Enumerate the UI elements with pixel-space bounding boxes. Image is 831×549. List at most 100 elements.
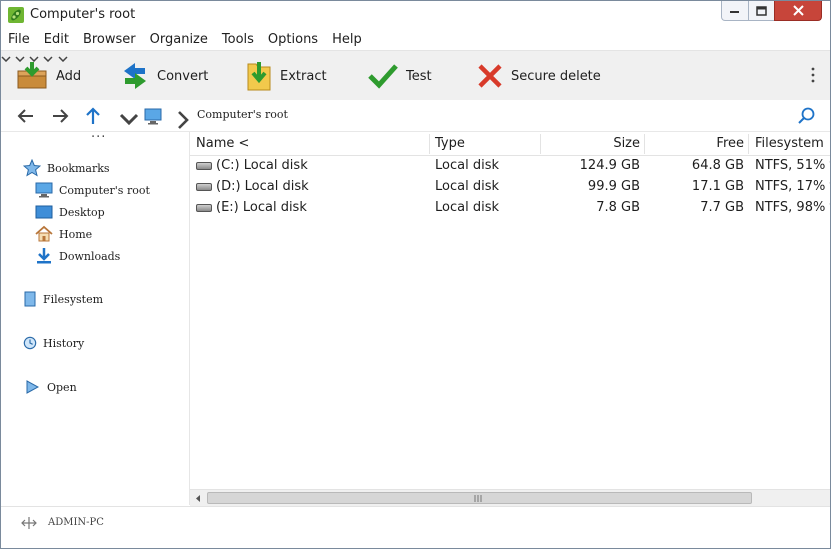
column-size[interactable]: Size (613, 136, 640, 151)
sidebar-open[interactable]: Open (23, 378, 77, 396)
open-play-icon (23, 378, 41, 396)
toolbar: Add Convert Extract Test Secure delete (1, 50, 830, 101)
local-disk-icon (196, 162, 212, 170)
bookmarks-star-icon (23, 159, 41, 177)
search-icon[interactable] (797, 106, 817, 126)
sidebar-bookmarks[interactable]: Bookmarks (23, 159, 110, 177)
network-arrows-icon[interactable] (21, 516, 37, 530)
horizontal-scrollbar[interactable] (190, 489, 830, 507)
sidebar-filesystem-label: Filesystem (43, 292, 104, 306)
history-clock-icon (23, 334, 37, 352)
menu-file[interactable]: File (1, 30, 37, 50)
menu-browser[interactable]: Browser (76, 30, 143, 50)
cell-free: 64.8 GB (691, 158, 744, 173)
cell-type: Local disk (435, 179, 499, 194)
menu-help[interactable]: Help (325, 30, 369, 50)
column-divider[interactable] (644, 134, 645, 154)
maximize-button[interactable] (748, 1, 775, 21)
cell-type: Local disk (435, 158, 499, 173)
cell-size: 99.9 GB (587, 179, 640, 194)
sidebar: ··· Bookmarks Computer's root Desktop Ho… (1, 130, 190, 505)
sidebar-filesystem[interactable]: Filesystem (23, 290, 103, 308)
sidebar-history-label: History (43, 336, 85, 350)
column-divider[interactable] (748, 134, 749, 154)
sidebar-bookmarks-label: Bookmarks (47, 161, 110, 175)
test-checkmark-icon (368, 64, 398, 89)
secure-delete-label: Secure delete (511, 68, 601, 84)
sidebar-item-label: Computer's root (59, 183, 150, 197)
title-bar[interactable]: Computer's root (1, 1, 830, 30)
list-header: Name < Type Size Free Filesystem (190, 132, 830, 156)
app-logo-icon (8, 7, 24, 23)
cell-type: Local disk (435, 200, 499, 215)
minimize-icon (730, 10, 739, 13)
app-window: Computer's root File Edit Browser Organi… (0, 0, 831, 549)
extract-button[interactable]: Extract (246, 59, 327, 93)
add-button[interactable]: Add (16, 59, 81, 93)
cell-filesystem: NTFS, 98% f (755, 200, 831, 215)
breadcrumb-computers-root[interactable]: Computer's root (197, 108, 288, 121)
maximize-icon (756, 5, 767, 16)
convert-button[interactable]: Convert (121, 59, 208, 93)
convert-label: Convert (157, 68, 209, 84)
table-row[interactable]: (D:) Local disk Local disk 99.9 GB 17.1 … (190, 177, 830, 198)
cell-size: 7.8 GB (596, 200, 640, 215)
sidebar-menu-icon[interactable]: ··· (91, 130, 106, 145)
column-free[interactable]: Free (716, 136, 744, 151)
sidebar-item-label: Desktop (59, 205, 105, 219)
close-button[interactable] (774, 1, 822, 21)
extract-label: Extract (280, 68, 327, 84)
sidebar-history[interactable]: History (23, 334, 84, 352)
add-archive-icon (17, 62, 47, 89)
menu-organize[interactable]: Organize (143, 30, 215, 50)
table-row[interactable]: (E:) Local disk Local disk 7.8 GB 7.7 GB… (190, 198, 830, 219)
address-bar: Computer's root (1, 100, 830, 132)
column-divider[interactable] (540, 134, 541, 154)
file-list: Name < Type Size Free Filesystem (C:) Lo… (190, 132, 830, 489)
column-divider[interactable] (429, 134, 430, 154)
more-options-icon[interactable] (809, 65, 817, 85)
table-row[interactable]: (C:) Local disk Local disk 124.9 GB 64.8… (190, 156, 830, 177)
forward-arrow-icon[interactable] (50, 106, 70, 126)
sidebar-item-home[interactable]: Home (35, 225, 92, 243)
sidebar-item-desktop[interactable]: Desktop (35, 203, 105, 221)
local-disk-icon (196, 204, 212, 212)
column-name[interactable]: Name < (196, 136, 249, 151)
cell-name: (C:) Local disk (216, 158, 308, 173)
desktop-icon (35, 203, 53, 221)
extract-icon (247, 62, 271, 91)
menu-bar: File Edit Browser Organize Tools Options… (1, 30, 830, 50)
sidebar-item-downloads[interactable]: Downloads (35, 247, 120, 265)
scrollbar-thumb[interactable] (207, 492, 752, 504)
cell-filesystem: NTFS, 51% f (755, 158, 831, 173)
sidebar-open-label: Open (47, 380, 77, 394)
download-arrow-icon (35, 247, 53, 265)
host-name: ADMIN-PC (48, 517, 104, 528)
secure-delete-button[interactable]: Secure delete (477, 59, 601, 93)
test-label: Test (406, 68, 432, 84)
add-dropdown-icon[interactable] (1, 56, 11, 63)
convert-icon (124, 63, 146, 89)
column-filesystem[interactable]: Filesystem (755, 136, 824, 151)
sidebar-item-computers-root[interactable]: Computer's root (35, 181, 150, 199)
window-title: Computer's root (30, 7, 136, 22)
menu-edit[interactable]: Edit (37, 30, 76, 50)
cell-filesystem: NTFS, 17% f (755, 179, 831, 194)
back-arrow-icon[interactable] (16, 106, 36, 126)
test-button[interactable]: Test (368, 59, 432, 93)
cell-free: 17.1 GB (691, 179, 744, 194)
close-icon (792, 5, 804, 16)
status-bar: ADMIN-PC (1, 506, 830, 548)
local-disk-icon (196, 183, 212, 191)
history-dropdown-icon[interactable] (119, 111, 139, 131)
scroll-left-icon[interactable] (194, 494, 202, 503)
column-type[interactable]: Type (435, 136, 465, 151)
menu-tools[interactable]: Tools (215, 30, 261, 50)
menu-options[interactable]: Options (261, 30, 325, 50)
minimize-button[interactable] (721, 1, 749, 21)
up-arrow-icon[interactable] (83, 106, 103, 126)
cell-name: (D:) Local disk (216, 179, 309, 194)
sidebar-item-label: Downloads (59, 249, 121, 263)
cell-size: 124.9 GB (579, 158, 640, 173)
breadcrumb-chevron-icon (178, 111, 189, 129)
